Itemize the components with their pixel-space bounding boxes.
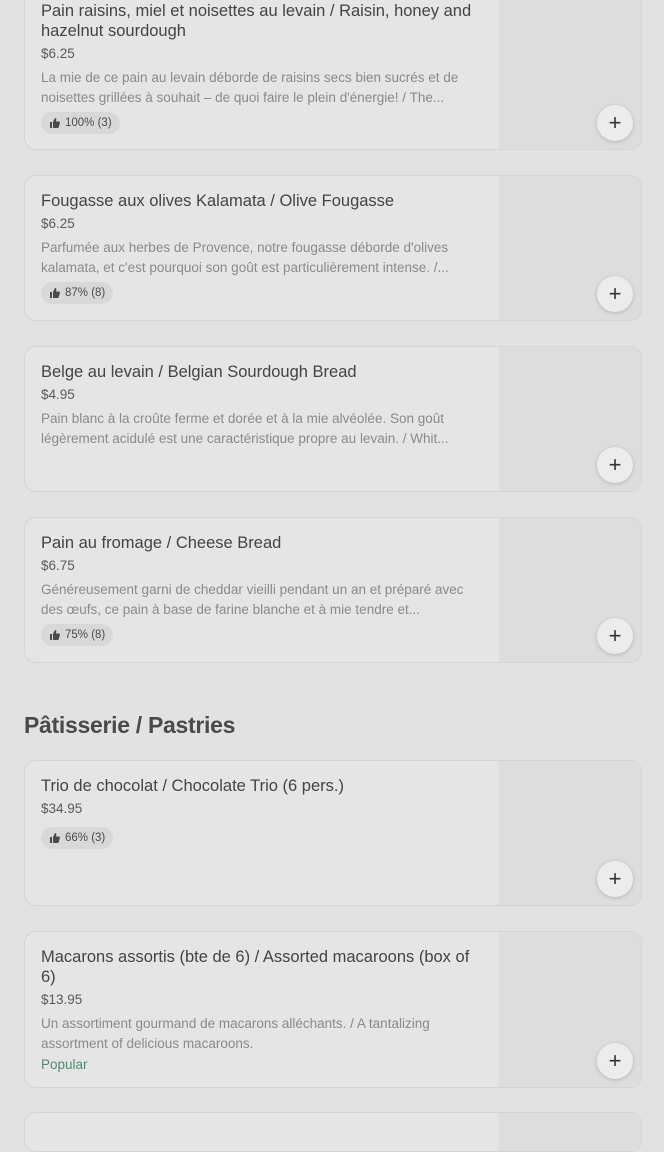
popular-tag: Popular xyxy=(41,1057,88,1072)
item-price: $4.95 xyxy=(41,387,75,402)
menu-item-card[interactable] xyxy=(24,1112,642,1152)
add-to-cart-button[interactable]: + xyxy=(597,618,633,654)
add-to-cart-button[interactable]: + xyxy=(597,105,633,141)
rating-text: 100% (3) xyxy=(65,117,112,129)
item-name: Pain au fromage / Cheese Bread xyxy=(41,534,282,552)
add-to-cart-button[interactable]: + xyxy=(597,861,633,897)
plus-icon: + xyxy=(608,623,622,648)
item-name: Belge au levain / Belgian Sourdough Brea… xyxy=(41,363,357,381)
item-description: Un assortiment gourmand de macarons allé… xyxy=(41,1016,430,1051)
item-image xyxy=(499,1113,641,1151)
rating-text: 66% (3) xyxy=(65,832,106,844)
rating-badge: 66% (3) xyxy=(41,827,114,849)
item-price: $13.95 xyxy=(41,992,83,1007)
item-name: Trio de chocolat / Chocolate Trio (6 per… xyxy=(41,777,344,795)
plus-icon: + xyxy=(608,1048,622,1073)
menu-item-card[interactable]: Fougasse aux olives Kalamata / Olive Fou… xyxy=(24,175,642,321)
thumbs-up-icon xyxy=(50,833,60,843)
rating-badge: 75% (8) xyxy=(41,624,114,646)
section-title: Pâtisserie / Pastries xyxy=(24,712,236,738)
menu-item-card[interactable]: Belge au levain / Belgian Sourdough Brea… xyxy=(24,346,642,492)
rating-text: 75% (8) xyxy=(65,629,106,641)
menu-item-card[interactable]: Macarons assortis (bte de 6) / Assorted … xyxy=(24,931,642,1088)
add-to-cart-button[interactable]: + xyxy=(597,447,633,483)
plus-icon: + xyxy=(608,110,622,135)
item-price: $6.25 xyxy=(41,46,75,61)
add-to-cart-button[interactable]: + xyxy=(597,276,633,312)
item-description: La mie de ce pain au levain déborde de r… xyxy=(41,70,459,105)
rating-badge: 100% (3) xyxy=(41,112,120,134)
menu-item-card[interactable]: Pain raisins, miel et noisettes au levai… xyxy=(24,0,642,150)
item-price: $34.95 xyxy=(41,801,83,816)
plus-icon: + xyxy=(608,452,622,477)
menu-item-card[interactable]: Pain au fromage / Cheese Bread $6.75 Gén… xyxy=(24,517,642,663)
item-name: Pain raisins, miel et noisettes au levai… xyxy=(41,2,472,40)
item-description: Parfumée aux herbes de Provence, notre f… xyxy=(41,240,449,275)
item-name: Macarons assortis (bte de 6) / Assorted … xyxy=(41,948,470,986)
item-description: Généreusement garni de cheddar vieilli p… xyxy=(41,582,464,617)
menu-item-card[interactable]: Trio de chocolat / Chocolate Trio (6 per… xyxy=(24,760,642,906)
add-to-cart-button[interactable]: + xyxy=(597,1043,633,1079)
thumbs-up-icon xyxy=(50,288,60,298)
plus-icon: + xyxy=(608,281,622,306)
item-price: $6.25 xyxy=(41,216,75,231)
rating-text: 87% (8) xyxy=(65,287,106,299)
item-price: $6.75 xyxy=(41,558,75,573)
item-name: Fougasse aux olives Kalamata / Olive Fou… xyxy=(41,192,395,210)
item-description: Pain blanc à la croûte ferme et dorée et… xyxy=(41,411,449,446)
rating-badge: 87% (8) xyxy=(41,282,114,304)
thumbs-up-icon xyxy=(50,630,60,640)
thumbs-up-icon xyxy=(50,118,60,128)
plus-icon: + xyxy=(608,866,622,891)
